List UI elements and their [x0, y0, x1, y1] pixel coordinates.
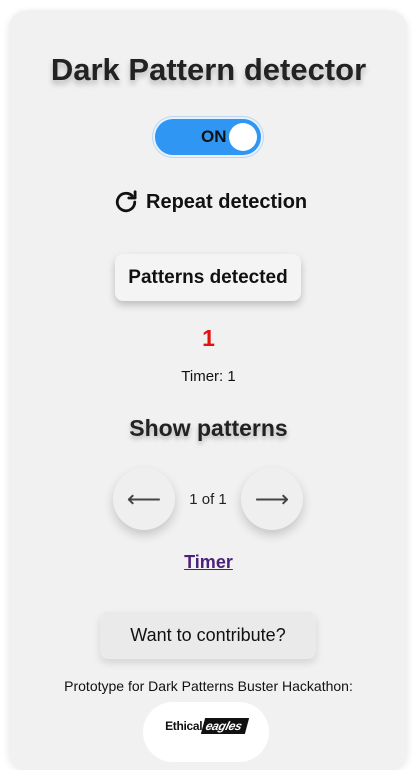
detection-toggle[interactable]: ON	[153, 117, 263, 157]
toggle-knob	[229, 123, 257, 151]
arrow-right-icon: ⟶	[254, 485, 290, 513]
repeat-detection-button[interactable]: Repeat detection	[112, 186, 307, 218]
previous-pattern-button[interactable]: ⟵	[113, 468, 175, 530]
prototype-text: Prototype for Dark Patterns Buster Hacka…	[64, 678, 353, 694]
contribute-button[interactable]: Want to contribute?	[100, 612, 316, 659]
page-title: Dark Pattern detector	[50, 52, 367, 87]
logo-text: Ethical eagles	[165, 718, 250, 734]
timer-pattern-link[interactable]: Timer	[0, 552, 417, 573]
show-patterns-title: Show patterns	[129, 415, 288, 441]
logo-part-eagles: eagles	[201, 718, 250, 734]
refresh-icon	[112, 188, 140, 216]
patterns-detected-button[interactable]: Patterns detected	[115, 254, 301, 301]
patterns-count: 1	[202, 325, 215, 351]
toggle-label: ON	[201, 127, 227, 146]
pattern-page-indicator: 1 of 1	[189, 491, 227, 508]
repeat-detection-label: Repeat detection	[146, 190, 308, 213]
ethical-eagles-logo[interactable]: Ethical eagles	[143, 702, 269, 762]
logo-part-ethical: Ethical	[165, 719, 203, 733]
next-pattern-button[interactable]: ⟶	[241, 468, 303, 530]
arrow-left-icon: ⟵	[126, 485, 162, 513]
timer-count-text: Timer: 1	[181, 368, 236, 385]
